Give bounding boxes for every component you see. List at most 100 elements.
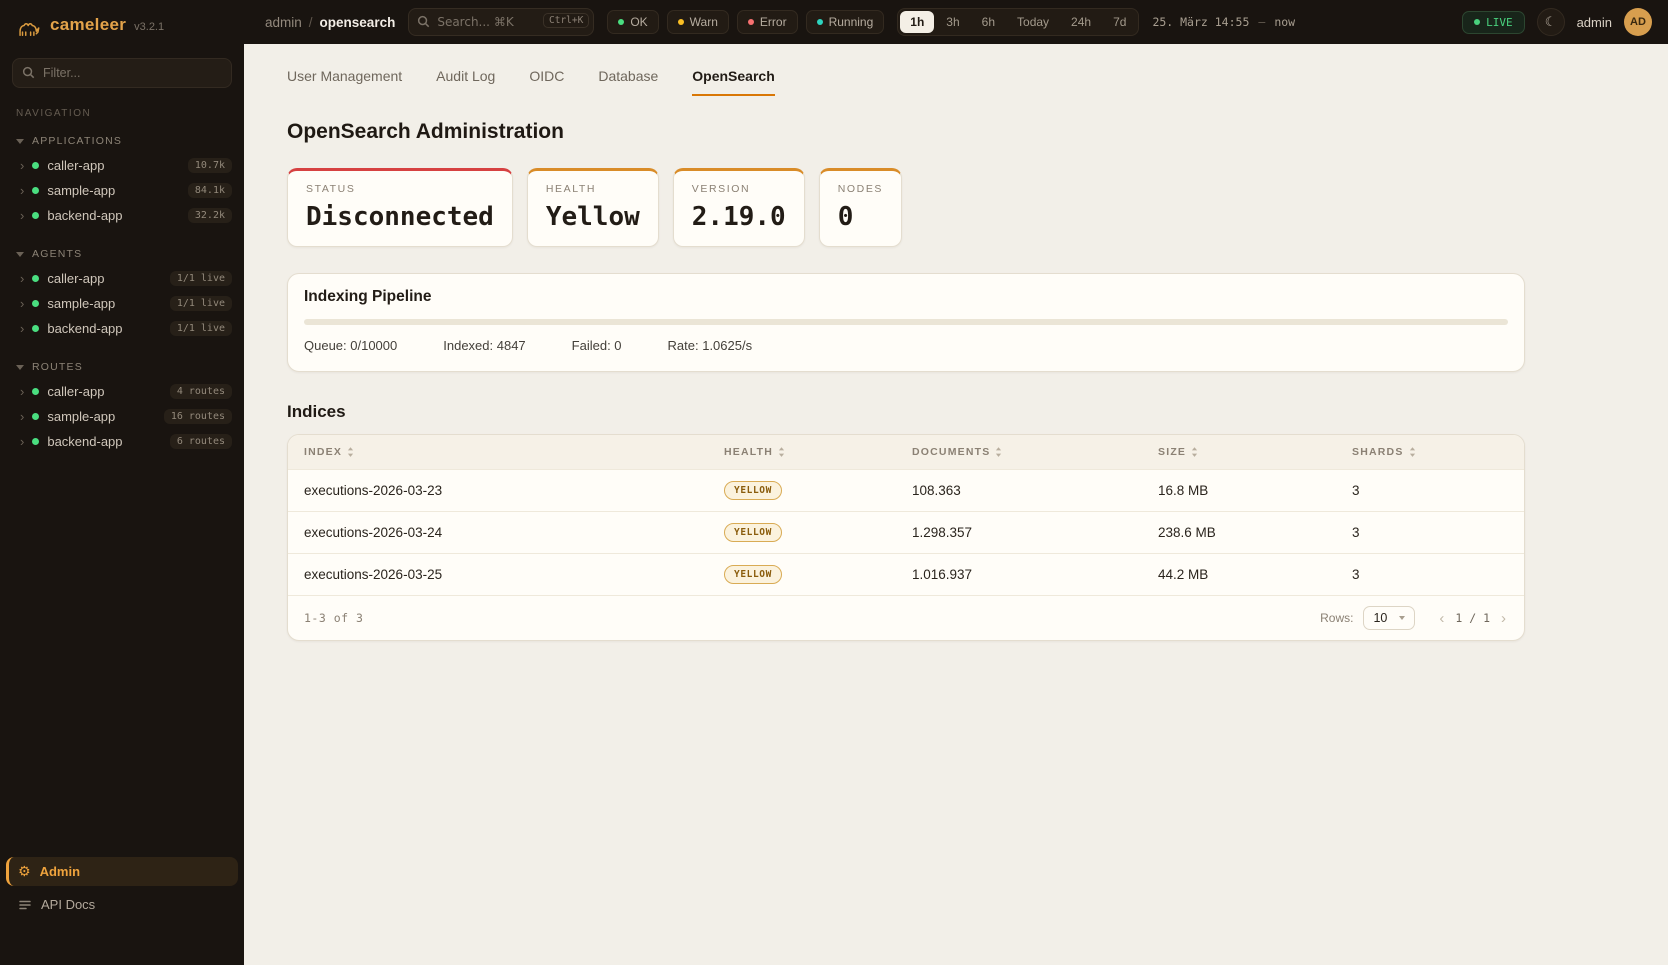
cell-size: 238.6 MB (1142, 512, 1336, 554)
chevron-down-icon (16, 365, 24, 370)
sidebar-item-backend-app-routes[interactable]: › backend-app 6 routes (0, 429, 244, 454)
chevron-right-icon: › (20, 410, 24, 423)
time-range-24h[interactable]: 24h (1061, 11, 1101, 33)
avatar[interactable]: AD (1624, 8, 1652, 36)
chevron-right-icon: › (20, 435, 24, 448)
filter-input[interactable] (12, 58, 232, 88)
item-label: sample-app (47, 409, 155, 424)
stat-card-nodes: NODES 0 (819, 168, 902, 247)
filter-chip-ok[interactable]: OK (607, 10, 658, 34)
cell-health: YELLOW (708, 554, 896, 596)
content-column: admin / opensearch Ctrl+K OK Warn Error (244, 0, 1668, 965)
filter-chip-running[interactable]: Running (806, 10, 885, 34)
sidebar-item-api-docs[interactable]: API Docs (6, 890, 238, 919)
table-row[interactable]: executions-2026-03-24 YELLOW 1.298.357 2… (288, 512, 1524, 554)
date-to: now (1274, 15, 1295, 29)
item-label: sample-app (47, 183, 180, 198)
tab-user-management[interactable]: User Management (287, 68, 402, 96)
pipeline-progress-bar (304, 319, 1508, 325)
column-header-documents[interactable]: DOCUMENTS (896, 435, 1142, 470)
table-row[interactable]: executions-2026-03-25 YELLOW 1.016.937 4… (288, 554, 1524, 596)
sidebar-item-sample-app[interactable]: › sample-app 84.1k (0, 178, 244, 203)
status-dot (32, 325, 39, 332)
status-dot (32, 300, 39, 307)
app-name: cameleer (50, 15, 126, 35)
cell-size: 44.2 MB (1142, 554, 1336, 596)
prev-page-button[interactable]: ‹ (1437, 611, 1446, 626)
stat-value: 2.19.0 (692, 202, 786, 232)
table-row[interactable]: executions-2026-03-23 YELLOW 108.363 16.… (288, 470, 1524, 512)
cell-health: YELLOW (708, 470, 896, 512)
sidebar-item-sample-app-agent[interactable]: › sample-app 1/1 live (0, 291, 244, 316)
column-header-health[interactable]: HEALTH (708, 435, 896, 470)
sidebar-item-caller-app-routes[interactable]: › caller-app 4 routes (0, 379, 244, 404)
item-label: caller-app (47, 384, 161, 399)
time-range-1h[interactable]: 1h (900, 11, 934, 33)
cell-shards: 3 (1336, 512, 1524, 554)
time-range-6h[interactable]: 6h (972, 11, 1005, 33)
filter-chip-error[interactable]: Error (737, 10, 798, 34)
chevron-down-icon (16, 139, 24, 144)
main-content: User Management Audit Log OIDC Database … (244, 44, 1668, 965)
sort-icon (1191, 447, 1198, 457)
column-header-shards[interactable]: SHARDS (1336, 435, 1524, 470)
sidebar-item-caller-app[interactable]: › caller-app 10.7k (0, 153, 244, 178)
page-title: OpenSearch Administration (287, 120, 1525, 144)
stat-label: STATUS (306, 183, 494, 195)
section-label: ROUTES (32, 361, 83, 373)
section-header-routes[interactable]: ROUTES (0, 357, 244, 379)
item-label: API Docs (41, 897, 95, 912)
tab-oidc[interactable]: OIDC (529, 68, 564, 96)
date-range-display[interactable]: 25. März 14:55 — now (1152, 15, 1295, 29)
live-indicator-button[interactable]: LIVE (1462, 11, 1525, 34)
nav-group-applications: APPLICATIONS › caller-app 10.7k › sample… (0, 131, 244, 228)
cameleer-logo-icon (16, 15, 42, 41)
sidebar-item-backend-app[interactable]: › backend-app 32.2k (0, 203, 244, 228)
item-label: Admin (40, 864, 80, 879)
time-range-3h[interactable]: 3h (936, 11, 969, 33)
sidebar: cameleer v3.2.1 NAVIGATION APPLICATIONS … (0, 0, 244, 965)
cell-documents: 1.016.937 (896, 554, 1142, 596)
tab-database[interactable]: Database (598, 68, 658, 96)
routes-badge: 6 routes (170, 434, 232, 449)
indices-title: Indices (287, 402, 1525, 422)
rows-per-page-select[interactable]: 10 (1363, 606, 1415, 630)
chip-label: Warn (690, 15, 718, 29)
time-range-7d[interactable]: 7d (1103, 11, 1136, 33)
pipeline-rate: Rate: 1.0625/s (668, 338, 753, 353)
stat-card-version: VERSION 2.19.0 (673, 168, 805, 247)
tab-audit-log[interactable]: Audit Log (436, 68, 495, 96)
chevron-down-icon (16, 252, 24, 257)
live-badge: 1/1 live (170, 321, 232, 336)
sidebar-item-admin[interactable]: ⚙ Admin (6, 857, 238, 886)
chevron-right-icon: › (20, 385, 24, 398)
pipeline-stats: Queue: 0/10000 Indexed: 4847 Failed: 0 R… (304, 338, 1508, 353)
warn-dot-icon (678, 19, 684, 25)
sidebar-item-caller-app-agent[interactable]: › caller-app 1/1 live (0, 266, 244, 291)
sidebar-item-sample-app-routes[interactable]: › sample-app 16 routes (0, 404, 244, 429)
live-badge: 1/1 live (170, 271, 232, 286)
tab-opensearch[interactable]: OpenSearch (692, 68, 774, 96)
status-dot (32, 187, 39, 194)
health-badge: YELLOW (724, 523, 782, 542)
routes-badge: 4 routes (170, 384, 232, 399)
sidebar-filter (12, 58, 232, 88)
sort-icon (347, 447, 354, 457)
stat-value: Yellow (546, 202, 640, 232)
column-header-size[interactable]: SIZE (1142, 435, 1336, 470)
chevron-right-icon: › (20, 184, 24, 197)
section-header-applications[interactable]: APPLICATIONS (0, 131, 244, 153)
app-logo: cameleer v3.2.1 (0, 0, 244, 54)
sidebar-item-backend-app-agent[interactable]: › backend-app 1/1 live (0, 316, 244, 341)
date-from: 25. März 14:55 (1152, 15, 1249, 29)
cell-index: executions-2026-03-24 (288, 512, 708, 554)
dark-mode-toggle[interactable]: ☾ (1537, 8, 1565, 36)
section-header-agents[interactable]: AGENTS (0, 244, 244, 266)
time-range-today[interactable]: Today (1007, 11, 1059, 33)
filter-chip-warn[interactable]: Warn (667, 10, 729, 34)
stat-value: 0 (838, 202, 883, 232)
breadcrumb-parent[interactable]: admin (265, 15, 302, 30)
nav-group-agents: AGENTS › caller-app 1/1 live › sample-ap… (0, 244, 244, 341)
column-header-index[interactable]: INDEX (288, 435, 708, 470)
next-page-button[interactable]: › (1499, 611, 1508, 626)
